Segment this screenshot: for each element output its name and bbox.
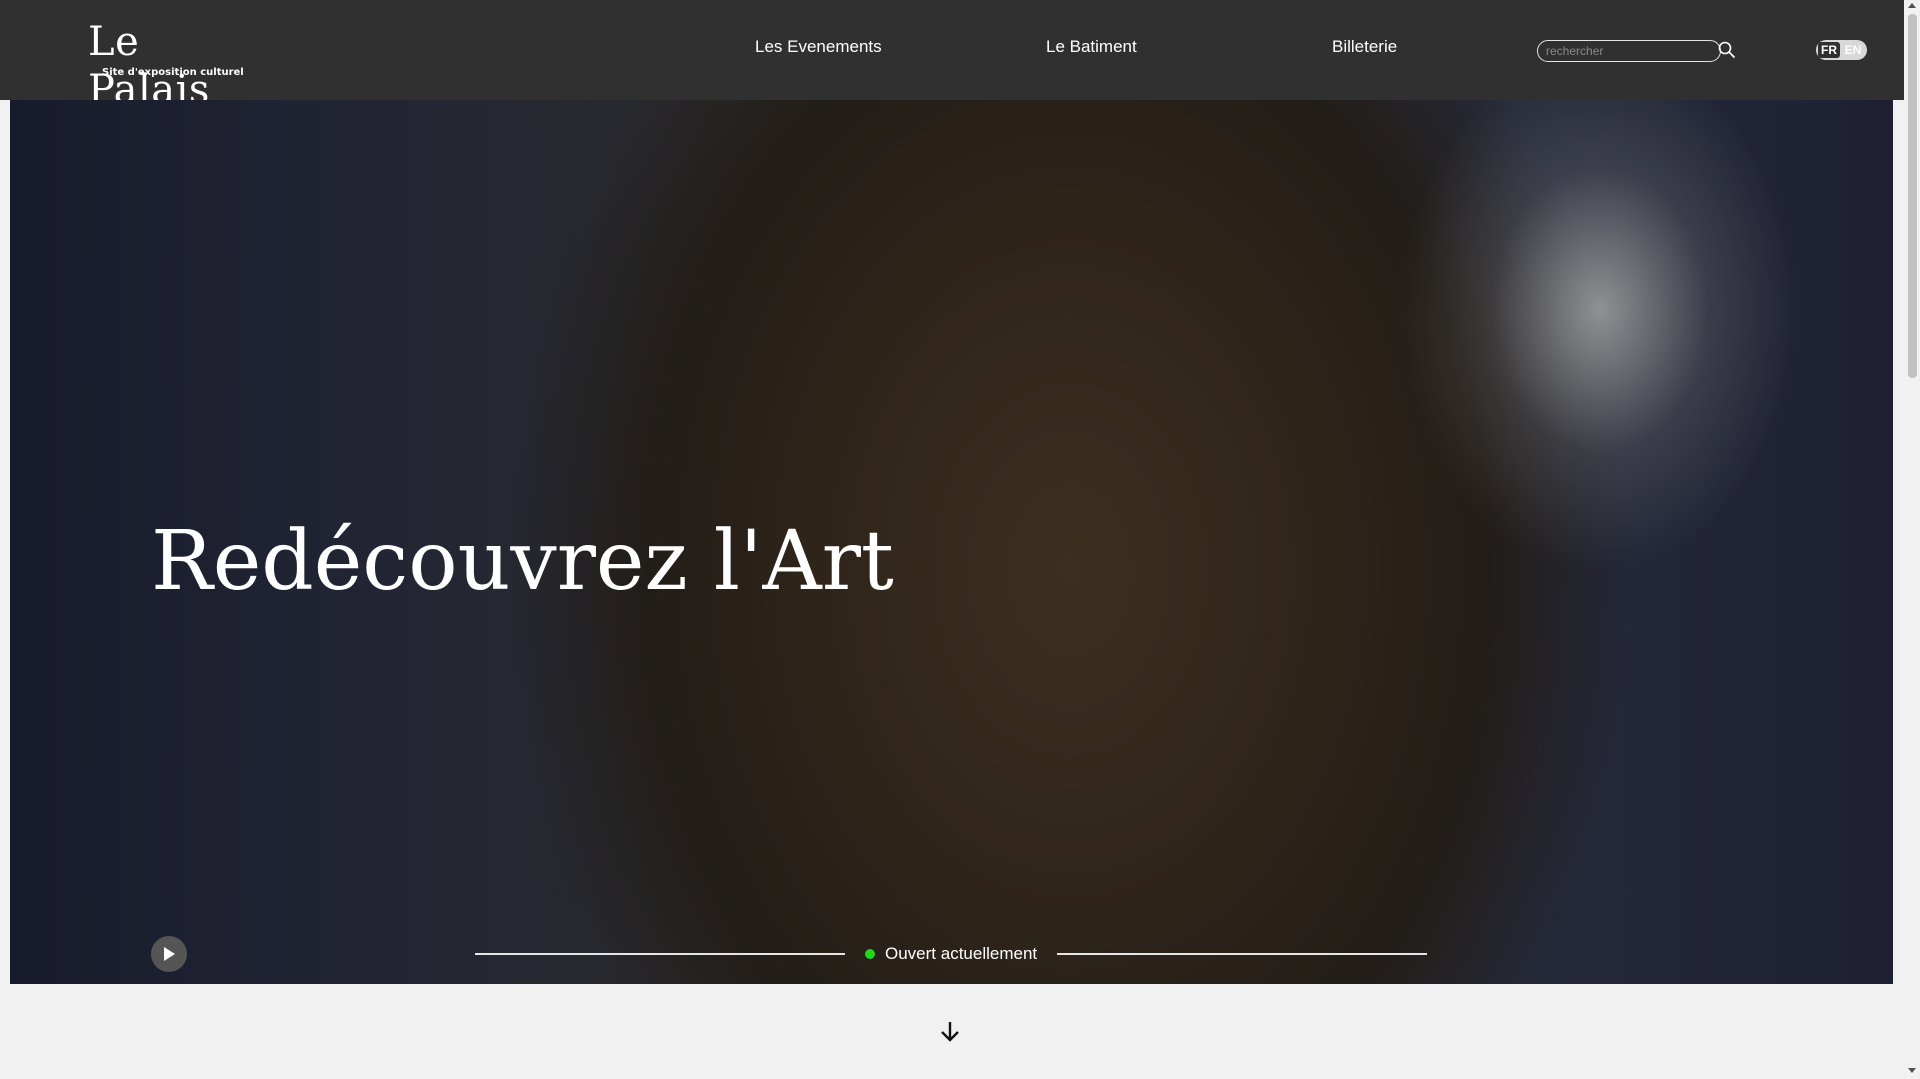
play-button[interactable] (151, 936, 187, 972)
scroll-down-icon[interactable] (1908, 1068, 1916, 1073)
status-divider-right (1057, 953, 1427, 955)
scroll-thumb[interactable] (1908, 14, 1917, 378)
logo-tagline: Site d'exposition culturel (102, 67, 244, 78)
status-dot (865, 949, 875, 959)
site-logo[interactable]: Le Palais Site d'exposition culturel (88, 12, 244, 113)
site-header: Le Palais Site d'exposition culturel Les… (0, 0, 1904, 113)
play-icon (164, 947, 175, 961)
arrow-down-icon[interactable] (938, 1018, 962, 1046)
search-icon[interactable] (1717, 40, 1737, 60)
status-divider-left (475, 953, 845, 955)
page-scrollbar[interactable] (1904, 0, 1920, 1079)
open-status-text: Ouvert actuellement (885, 944, 1038, 963)
hero-video: Redécouvrez l'Art Ouvert actuellement (10, 100, 1893, 984)
nav-link-billeterie[interactable]: Billeterie (1332, 37, 1397, 57)
lang-en-button[interactable]: EN (1842, 42, 1864, 58)
nav-link-evenements[interactable]: Les Evenements (755, 37, 882, 57)
hero-title: Redécouvrez l'Art (151, 514, 894, 609)
language-switch: FR EN (1816, 40, 1867, 60)
search-input[interactable] (1537, 40, 1721, 62)
nav-link-batiment[interactable]: Le Batiment (1046, 37, 1137, 57)
scroll-up-icon[interactable] (1908, 3, 1916, 8)
lang-fr-button[interactable]: FR (1818, 42, 1840, 58)
